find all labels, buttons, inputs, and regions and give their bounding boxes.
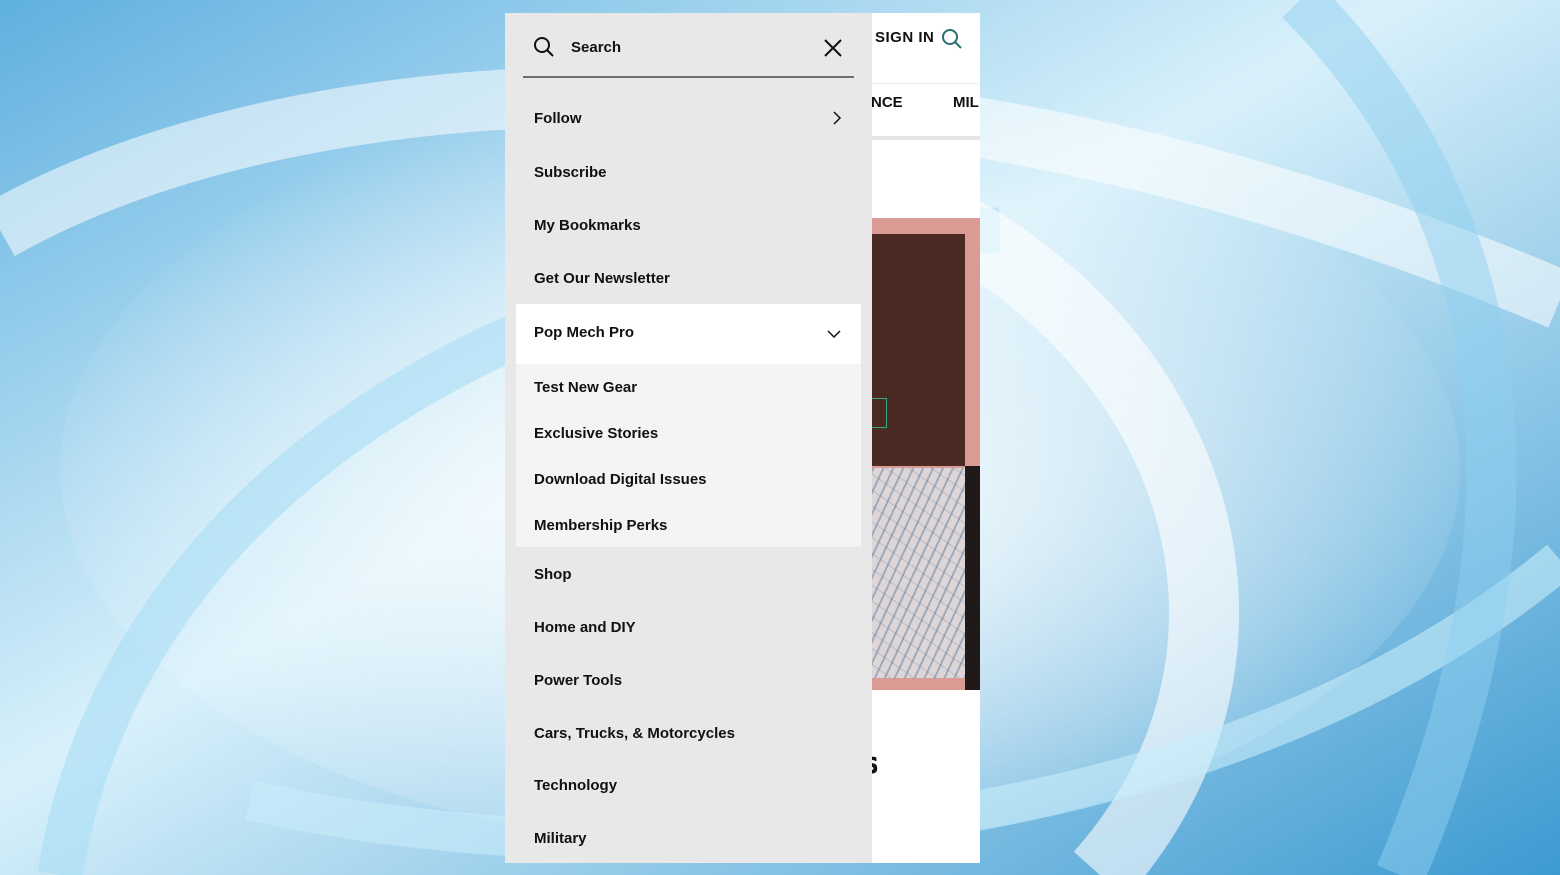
sign-in-link[interactable]: SIGN IN <box>875 29 934 46</box>
menu-item-label: My Bookmarks <box>534 216 641 234</box>
submenu-item-label: Membership Perks <box>534 516 668 534</box>
close-icon[interactable] <box>823 38 843 58</box>
menu-item-label: Pop Mech Pro <box>534 324 635 341</box>
phone-viewport: SIGN IN NCE MIL s Are s. This trike <box>505 13 980 863</box>
submenu-item-label: Test New Gear <box>534 378 638 396</box>
image-edge <box>965 466 980 690</box>
header-search-icon[interactable] <box>941 28 963 50</box>
menu-item-label: Get Our Newsletter <box>534 269 670 287</box>
menu-item-follow[interactable]: Follow <box>505 96 872 140</box>
menu-item-military[interactable]: Military <box>505 816 872 860</box>
navigation-drawer: Follow Subscribe My Bookmarks Get Our Ne… <box>505 13 872 863</box>
drawer-search-bar <box>523 13 854 78</box>
menu-item-label: Shop <box>534 565 572 583</box>
menu-item-pop-mech-pro[interactable]: Pop Mech Pro <box>516 304 861 364</box>
menu-item-home-and-diy[interactable]: Home and DIY <box>505 605 872 649</box>
menu-item-newsletter[interactable]: Get Our Newsletter <box>505 256 872 300</box>
submenu-item-label: Exclusive Stories <box>534 424 659 442</box>
menu-item-label: Military <box>534 829 587 847</box>
chevron-down-icon <box>827 330 841 339</box>
chevron-right-icon <box>833 111 842 125</box>
submenu-item-exclusive-stories[interactable]: Exclusive Stories <box>516 413 861 453</box>
search-input[interactable] <box>571 34 801 60</box>
menu-item-shop[interactable]: Shop <box>505 552 872 596</box>
menu-item-subscribe[interactable]: Subscribe <box>505 150 872 194</box>
submenu-item-label: Download Digital Issues <box>534 470 707 488</box>
menu-item-label: Cars, Trucks, & Motorcycles <box>534 724 735 742</box>
nav-item-partial[interactable]: MIL <box>953 94 979 111</box>
submenu-item-digital-issues[interactable]: Download Digital Issues <box>516 459 861 499</box>
submenu-item-test-new-gear[interactable]: Test New Gear <box>516 367 861 407</box>
pop-mech-pro-submenu: Test New Gear Exclusive Stories Download… <box>516 364 861 547</box>
menu-item-label: Subscribe <box>534 163 607 181</box>
menu-item-cars-trucks[interactable]: Cars, Trucks, & Motorcycles <box>505 711 872 755</box>
submenu-item-membership-perks[interactable]: Membership Perks <box>516 505 861 545</box>
menu-item-label: Power Tools <box>534 671 623 689</box>
search-icon <box>534 37 554 57</box>
nav-item-partial[interactable]: NCE <box>871 94 903 111</box>
menu-item-bookmarks[interactable]: My Bookmarks <box>505 203 872 247</box>
menu-item-technology[interactable]: Technology <box>505 763 872 807</box>
menu-item-label: Follow <box>534 109 582 127</box>
menu-item-label: Home and DIY <box>534 618 636 636</box>
menu-item-power-tools[interactable]: Power Tools <box>505 658 872 702</box>
menu-item-label: Technology <box>534 776 618 794</box>
